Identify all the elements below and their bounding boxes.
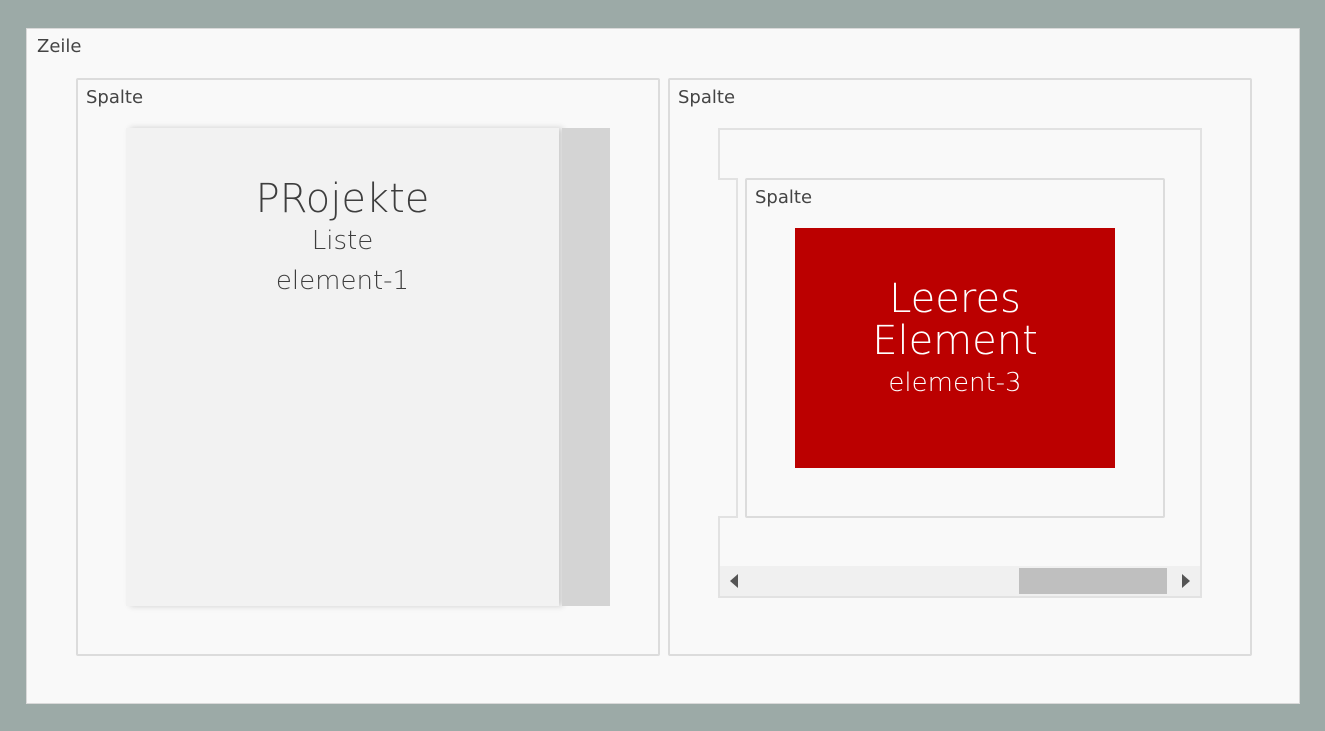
scroll-right-arrow-icon[interactable]	[1182, 574, 1190, 588]
left-column-label: Spalte	[86, 87, 144, 108]
scroll-left-arrow-icon[interactable]	[730, 574, 738, 588]
row-label: Zeile	[37, 36, 82, 57]
right-column-label: Spalte	[678, 87, 736, 108]
card-title-line2: Element	[872, 318, 1038, 364]
projekte-list-card[interactable]: PRojekte Liste element-1	[126, 128, 559, 606]
empty-element-card[interactable]: Leeres Element element-3	[795, 228, 1115, 468]
horizontal-scrollbar[interactable]	[720, 566, 1200, 596]
card-id: element-3	[888, 368, 1022, 398]
card-title-line1: Leeres	[889, 276, 1021, 322]
card-type: Liste	[311, 226, 374, 256]
clipped-column	[718, 178, 738, 518]
card-title: PRojekte	[255, 176, 430, 222]
nested-column-label: Spalte	[755, 187, 813, 208]
card-side-strip	[562, 128, 610, 606]
card-id: element-1	[275, 266, 410, 296]
scrollbar-thumb[interactable]	[1019, 568, 1167, 594]
